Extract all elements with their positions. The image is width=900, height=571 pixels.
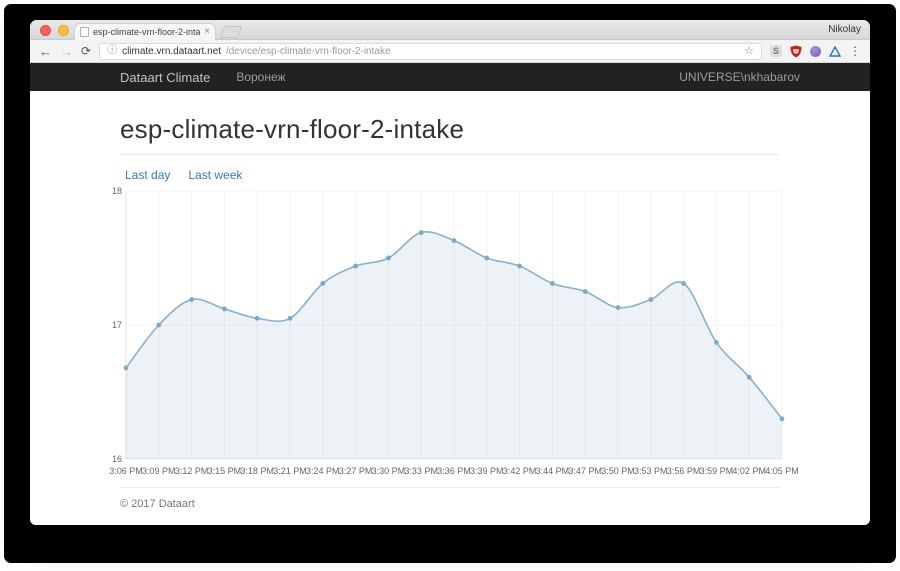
chart-point[interactable]	[746, 374, 752, 380]
purple-extension-icon[interactable]	[810, 45, 821, 57]
chart-point[interactable]	[353, 263, 358, 269]
x-axis-tick-label: 3:21 PM	[273, 466, 307, 476]
y-axis-tick-label: 18	[112, 186, 122, 196]
chart-point[interactable]	[714, 340, 719, 345]
page-info-icon[interactable]: ⓘ	[107, 46, 117, 56]
x-axis-tick-label: 3:50 PM	[601, 466, 635, 476]
browser-toolbar: ← → ⟳ ⓘ climate.vrn.dataart.net/device/e…	[30, 40, 870, 63]
x-axis-tick-label: 3:15 PM	[208, 466, 242, 476]
x-axis-tick-label: 4:02 PM	[732, 466, 766, 476]
chart-point[interactable]	[254, 315, 260, 321]
chart-point[interactable]	[648, 297, 654, 302]
chart-point[interactable]	[189, 297, 194, 302]
x-axis-tick-label: 4:05 PM	[765, 466, 799, 476]
url-path: /device/esp-climate-vrn-floor-2-intake	[226, 45, 391, 57]
app-navbar: Dataart Climate Воронеж UNIVERSE\nkhabar…	[30, 63, 870, 91]
screenshot-stage: esp-climate-vrn-floor-2-intak × Nikolay …	[0, 0, 900, 571]
reload-icon[interactable]: ⟳	[81, 44, 91, 58]
title-divider	[120, 154, 780, 155]
chart-point[interactable]	[222, 306, 227, 312]
chart-point[interactable]	[550, 281, 555, 286]
y-axis-tick-label: 16	[112, 454, 122, 464]
x-axis-tick-label: 3:59 PM	[700, 466, 734, 476]
browser-tab[interactable]: esp-climate-vrn-floor-2-intak ×	[74, 23, 216, 40]
y-axis-tick-label: 17	[112, 320, 122, 330]
navbar-city-link[interactable]: Воронеж	[236, 70, 285, 84]
x-axis-tick-label: 3:39 PM	[470, 466, 504, 476]
x-axis-tick-label: 3:44 PM	[536, 466, 570, 476]
chart-point[interactable]	[287, 315, 293, 321]
chart-point[interactable]	[779, 416, 785, 422]
tab-title: esp-climate-vrn-floor-2-intak	[93, 27, 201, 37]
x-axis-tick-label: 3:06 PM	[109, 466, 143, 476]
back-icon[interactable]: ←	[39, 45, 52, 58]
shield-extension-icon[interactable]	[790, 45, 802, 58]
page-title: esp-climate-vrn-floor-2-intake	[120, 114, 465, 144]
x-axis-tick-label: 3:36 PM	[437, 466, 471, 476]
x-axis-tick-label: 3:18 PM	[240, 466, 274, 476]
x-axis-tick-label: 3:27 PM	[339, 466, 373, 476]
x-axis-tick-label: 3:33 PM	[404, 466, 438, 476]
forward-icon[interactable]: →	[60, 45, 73, 58]
triangle-extension-icon[interactable]	[829, 45, 841, 57]
browser-window: esp-climate-vrn-floor-2-intak × Nikolay …	[30, 20, 870, 525]
last-week-link[interactable]: Last week	[188, 168, 242, 182]
x-axis-tick-label: 3:42 PM	[503, 466, 537, 476]
chart-point[interactable]	[156, 322, 162, 328]
tab-favicon-icon	[80, 27, 89, 37]
x-axis-tick-label: 3:47 PM	[568, 466, 602, 476]
chart-point[interactable]	[517, 263, 522, 269]
navbar-username[interactable]: UNIVERSE\nkhabarov	[679, 70, 800, 84]
chart-point[interactable]	[615, 305, 621, 310]
bookmark-star-icon[interactable]: ☆	[744, 45, 754, 57]
extension-s-icon[interactable]: S	[770, 45, 782, 57]
copyright-text: © 2017 Dataart	[120, 498, 195, 510]
last-day-link[interactable]: Last day	[125, 168, 170, 182]
chart-point[interactable]	[681, 281, 686, 286]
range-links: Last day Last week	[120, 168, 780, 182]
x-axis-tick-label: 3:56 PM	[667, 466, 701, 476]
temperature-chart[interactable]: 16 17 18 3:06 PM 3:09 PM 3:12 PM 3:15 PM 3:18 P…	[109, 186, 799, 487]
chart-point[interactable]	[484, 255, 490, 261]
new-tab-button[interactable]	[220, 26, 242, 38]
browser-profile-name[interactable]: Nikolay	[828, 24, 861, 35]
chart-point[interactable]	[123, 365, 129, 371]
x-axis-tick-label: 3:53 PM	[634, 466, 668, 476]
close-window-button[interactable]	[40, 25, 51, 36]
x-axis-tick-label: 3:09 PM	[142, 466, 176, 476]
tab-close-icon[interactable]: ×	[204, 27, 210, 37]
url-bar[interactable]: ⓘ climate.vrn.dataart.net/device/esp-cli…	[99, 42, 762, 60]
page-content: esp-climate-vrn-floor-2-intake Last day …	[30, 91, 870, 525]
url-host: climate.vrn.dataart.net	[122, 45, 221, 57]
chart-point[interactable]	[582, 289, 588, 294]
browser-menu-icon[interactable]: ⋮	[849, 44, 861, 58]
browser-titlebar: esp-climate-vrn-floor-2-intak × Nikolay	[30, 20, 870, 40]
chart-point[interactable]	[451, 238, 457, 243]
minimize-window-button[interactable]	[58, 25, 69, 36]
navbar-brand[interactable]: Dataart Climate	[120, 70, 210, 85]
chart-point[interactable]	[320, 281, 326, 286]
x-axis-tick-label: 3:12 PM	[175, 466, 209, 476]
content-container: esp-climate-vrn-floor-2-intake Last day …	[109, 91, 799, 510]
x-axis-tick-label: 3:30 PM	[372, 466, 406, 476]
chart-point[interactable]	[386, 255, 391, 261]
extension-icons: S ⋮	[770, 44, 861, 58]
chart-point[interactable]	[418, 230, 424, 235]
temperature-chart-svg: 16 17 18 3:06 PM 3:09 PM 3:12 PM 3:15 PM 3:18 P…	[109, 186, 799, 476]
x-axis-tick-label: 3:24 PM	[306, 466, 340, 476]
